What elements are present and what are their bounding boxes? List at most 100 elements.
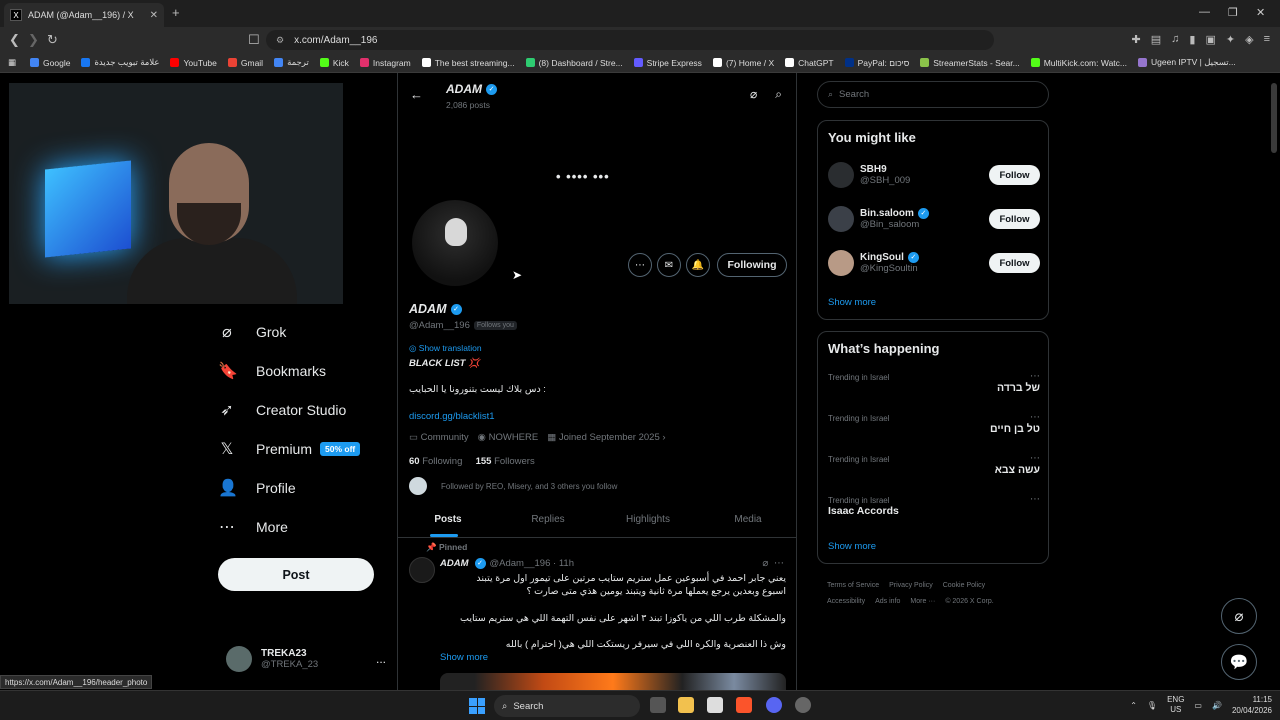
windows-start-icon[interactable] [469,698,485,714]
trend-more-icon[interactable]: ⋯ [1030,453,1040,464]
tab-highlights[interactable]: Highlights [598,502,698,537]
tray-chevron-icon[interactable]: ⌃ [1130,701,1137,710]
window-close-button[interactable]: ✕ [1256,6,1265,19]
trend-more-icon[interactable]: ⋯ [1030,371,1040,382]
vpn-icon[interactable]: ◈ [1245,33,1253,46]
extensions-icon[interactable]: ✚ [1132,33,1141,46]
brave-browser-icon[interactable] [736,697,752,713]
bookmark-item[interactable]: Stripe Express [633,58,702,68]
show-translation-link[interactable]: ◎ Show translation [409,343,482,354]
footer-link[interactable]: Accessibility [827,598,865,605]
footer-link[interactable]: More ··· [910,598,935,605]
search-icon[interactable]: ⌕ [775,87,782,102]
follow-button[interactable]: Follow [989,165,1040,185]
forward-button[interactable]: ❯ [28,32,39,48]
bookmark-item[interactable]: ChatGPT [785,58,834,68]
microphone-icon[interactable]: 🎙 [1147,701,1157,710]
sidebar-icon[interactable]: ▮ [1189,33,1195,46]
wallet-icon[interactable]: ▣ [1205,33,1215,46]
bookmark-item[interactable]: ترجمة [274,57,309,68]
trends-show-more[interactable]: Show more [828,541,876,552]
footer-link[interactable]: Privacy Policy [889,582,933,589]
media-icon[interactable]: ♫ [1171,33,1179,46]
account-switcher[interactable]: TREKA23 @TREKA_23 ... [226,644,386,674]
back-arrow-icon[interactable]: ← [410,87,423,102]
bookmark-item[interactable]: Ugeen IPTV | تسجيل... [1138,57,1236,68]
url-bar[interactable]: ⚙ x.com/Adam__196 [266,30,994,50]
settings-icon[interactable] [795,697,811,713]
post-button[interactable]: Post [218,558,374,591]
tweet-avatar[interactable] [409,557,435,583]
site-settings-icon[interactable]: ⚙ [276,35,284,46]
new-tab-button[interactable]: + [172,5,180,20]
reload-icon[interactable]: ↻ [47,32,58,48]
nav-item-grok[interactable]: ⌀ Grok [218,312,398,351]
maximize-button[interactable]: ❐ [1228,6,1238,19]
bookmark-item[interactable]: Kick [319,58,349,68]
taskbar-search[interactable]: ⌕ Search [494,695,640,717]
bookmark-item[interactable]: PayPal: סיכום [844,58,909,68]
suggestion-item[interactable]: KingSoul ✓ @KingSoultin Follow [828,248,1040,278]
tab-close-icon[interactable]: ✕ [150,10,158,21]
bookmark-item[interactable]: YouTube [170,58,217,68]
network-icon[interactable]: ▭ [1194,701,1202,710]
footer-link[interactable]: © 2026 X Corp. [945,598,993,605]
trend-more-icon[interactable]: ⋯ [1030,494,1040,505]
tab-media[interactable]: Media [698,502,796,537]
tweet-show-more[interactable]: Show more [440,652,488,663]
browser-tab-active[interactable]: X ADAM (@Adam__196) / X ✕ [4,3,164,27]
message-button[interactable]: ✉ [657,253,681,277]
reader-icon[interactable]: ▤ [1151,33,1161,46]
footer-link[interactable]: Cookie Policy [943,582,985,589]
trend-item[interactable]: Trending in Israel ⋯ Isaac Accords [828,494,1040,517]
grok-icon[interactable]: ⌀ [762,558,768,569]
nav-item-bookmarks[interactable]: 🔖 Bookmarks [218,351,398,390]
trend-item[interactable]: Trending in Israel ⋯ של ברדה [828,371,1040,394]
grok-icon[interactable]: ⌀ [750,87,757,102]
tweet-media[interactable] [440,673,786,690]
suggestions-show-more[interactable]: Show more [828,297,876,308]
leo-icon[interactable]: ✦ [1226,33,1235,46]
follow-button[interactable]: Follow [989,253,1040,273]
followed-by-row[interactable]: Followed by REO, Misery, and 3 others yo… [409,477,617,495]
back-button[interactable]: ❮ [9,32,20,48]
bookmark-item[interactable]: The best streaming... [421,58,515,68]
store-icon[interactable] [707,697,723,713]
suggestion-item[interactable]: Bin.saloom ✓ @Bin_saloom Follow [828,204,1040,234]
minimize-button[interactable]: — [1199,6,1210,18]
community-item[interactable]: ▭ Community [409,432,469,443]
more-options-button[interactable]: ⋯ [628,253,652,277]
bookmark-item[interactable]: Instagram [359,58,411,68]
following-stat[interactable]: 60 Following [409,456,462,467]
bookmark-item[interactable]: Google [30,58,70,68]
tab-replies[interactable]: Replies [498,502,598,537]
bookmark-item[interactable]: علامة تبويب جديدة [81,57,159,68]
grok-fab-icon[interactable]: ⌀ [1221,598,1257,634]
profile-link[interactable]: discord.gg/blacklist1 [409,411,495,422]
apps-grid-icon[interactable]: ▦ [8,57,16,68]
footer-link[interactable]: Ads info [875,598,900,605]
bookmark-item[interactable]: (8) Dashboard / Stre... [525,58,623,68]
trend-item[interactable]: Trending in Israel ⋯ עשה צבא [828,453,1040,476]
nav-item-profile[interactable]: 👤 Profile [218,468,398,507]
bookmark-page-icon[interactable]: ☐ [248,32,260,48]
following-button[interactable]: Following [717,253,787,277]
footer-link[interactable]: Terms of Service [827,582,879,589]
account-menu-icon[interactable]: ... [376,652,386,666]
nav-item-premium[interactable]: 𝕏 Premium 50% off [218,429,398,468]
followers-stat[interactable]: 155 Followers [476,456,535,467]
suggestion-item[interactable]: SBH9 @SBH_009 Follow [828,160,1040,190]
notifications-bell-button[interactable]: 🔔 [686,253,710,277]
language-indicator[interactable]: ENG US [1167,695,1184,715]
page-scrollbar[interactable] [1271,83,1277,153]
tweet-more-icon[interactable]: ⋯ [774,558,784,569]
nav-item-more[interactable]: ⋯ More [218,507,398,546]
file-explorer-icon[interactable] [678,697,694,713]
search-input[interactable]: ⌕ Search [817,81,1049,108]
bookmark-item[interactable]: MultiKick.com: Watc... [1030,58,1127,68]
bookmark-item[interactable]: StreamerStats - Sear... [920,58,1020,68]
menu-icon[interactable]: ≡ [1264,33,1270,46]
tab-posts[interactable]: Posts [398,502,498,537]
trend-more-icon[interactable]: ⋯ [1030,412,1040,423]
bookmark-item[interactable]: Gmail [227,58,263,68]
